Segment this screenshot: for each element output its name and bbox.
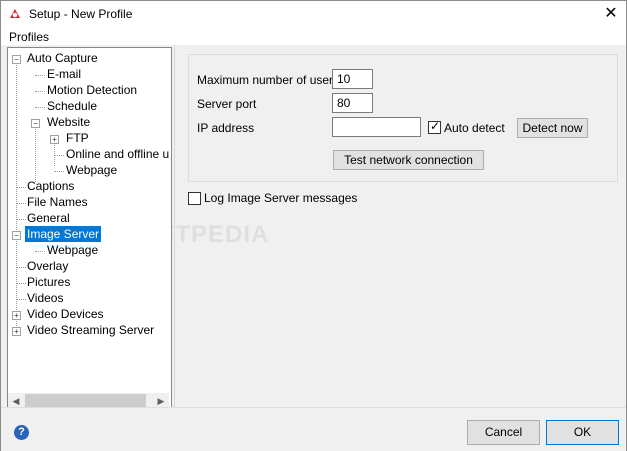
help-icon[interactable]: ?	[14, 425, 29, 440]
ip-address-input[interactable]	[332, 117, 421, 137]
settings-tree[interactable]: − − + − + + Auto Capture E-mail Motion D…	[7, 47, 172, 412]
tree-item-video-streaming-server[interactable]: Video Streaming Server	[27, 322, 154, 338]
menu-profiles[interactable]: Profiles	[9, 30, 49, 44]
collapse-icon[interactable]: −	[12, 55, 21, 64]
expand-icon[interactable]: +	[12, 327, 21, 336]
max-users-input[interactable]	[332, 69, 373, 89]
app-icon	[8, 7, 22, 21]
server-port-input[interactable]	[332, 93, 373, 113]
tree-item-online-offline-upload[interactable]: Online and offline uplo	[66, 146, 170, 162]
tree-line	[35, 107, 45, 108]
window-title: Setup - New Profile	[29, 7, 133, 21]
tree-item-ftp[interactable]: FTP	[66, 130, 89, 146]
tree-item-captions[interactable]: Captions	[27, 178, 74, 194]
auto-detect-label[interactable]: Auto detect	[444, 121, 505, 135]
tree-item-file-names[interactable]: File Names	[27, 194, 88, 210]
expand-icon[interactable]: +	[12, 311, 21, 320]
title-bar: Setup - New Profile ✕	[1, 1, 626, 28]
max-users-label: Maximum number of users	[197, 73, 340, 87]
auto-detect-checkbox[interactable]: ✓	[428, 119, 441, 134]
tree-line	[16, 187, 26, 188]
tree-line	[35, 125, 36, 182]
scrollbar-thumb[interactable]	[25, 394, 146, 408]
tree-item-webpage[interactable]: Webpage	[66, 162, 117, 178]
tree-item-e-mail[interactable]: E-mail	[47, 66, 81, 82]
checkmark-icon: ✓	[430, 119, 441, 133]
tree-item-motion-detection[interactable]: Motion Detection	[47, 82, 137, 98]
ok-button[interactable]: OK	[546, 420, 619, 445]
tree-line	[54, 155, 64, 156]
tree-item-schedule[interactable]: Schedule	[47, 98, 97, 114]
tree-line	[16, 219, 26, 220]
log-messages-checkbox[interactable]	[188, 192, 201, 205]
tree-line	[54, 171, 64, 172]
tree-line	[35, 251, 45, 252]
server-port-label: Server port	[197, 97, 257, 111]
detect-now-button[interactable]: Detect now	[517, 118, 588, 138]
cancel-button[interactable]: Cancel	[467, 420, 540, 445]
tree-item-auto-capture[interactable]: Auto Capture	[27, 50, 98, 66]
tree-item-pictures[interactable]: Pictures	[27, 274, 70, 290]
tree-item-image-server[interactable]: Image Server	[25, 226, 102, 242]
tree-item-videos[interactable]: Videos	[27, 290, 63, 306]
tree-line	[35, 75, 45, 76]
setup-window: Setup - New Profile ✕ Profiles SOFTPEDIA…	[0, 0, 627, 451]
tree-line	[16, 267, 26, 268]
tree-line	[35, 91, 45, 92]
expand-icon[interactable]: +	[50, 135, 59, 144]
tree-item-video-devices[interactable]: Video Devices	[27, 306, 104, 322]
menu-bar: Profiles	[1, 28, 626, 45]
tree-item-overlay[interactable]: Overlay	[27, 258, 68, 274]
test-network-connection-button[interactable]: Test network connection	[333, 150, 484, 170]
close-icon[interactable]: ✕	[600, 3, 622, 25]
tree-line	[16, 299, 26, 300]
tree-line	[16, 283, 26, 284]
tree-item-website[interactable]: Website	[47, 114, 90, 130]
collapse-icon[interactable]: −	[31, 119, 40, 128]
collapse-icon[interactable]: −	[12, 231, 21, 240]
tree-line	[16, 203, 26, 204]
tree-line	[16, 61, 17, 334]
tree-item-image-server-webpage[interactable]: Webpage	[47, 242, 98, 258]
tree-item-general[interactable]: General	[27, 210, 70, 226]
image-server-settings-group: Maximum number of users Server port IP a…	[188, 54, 618, 182]
ip-address-label: IP address	[197, 121, 255, 135]
log-messages-label[interactable]: Log Image Server messages	[204, 191, 357, 205]
tree-line	[54, 141, 55, 166]
